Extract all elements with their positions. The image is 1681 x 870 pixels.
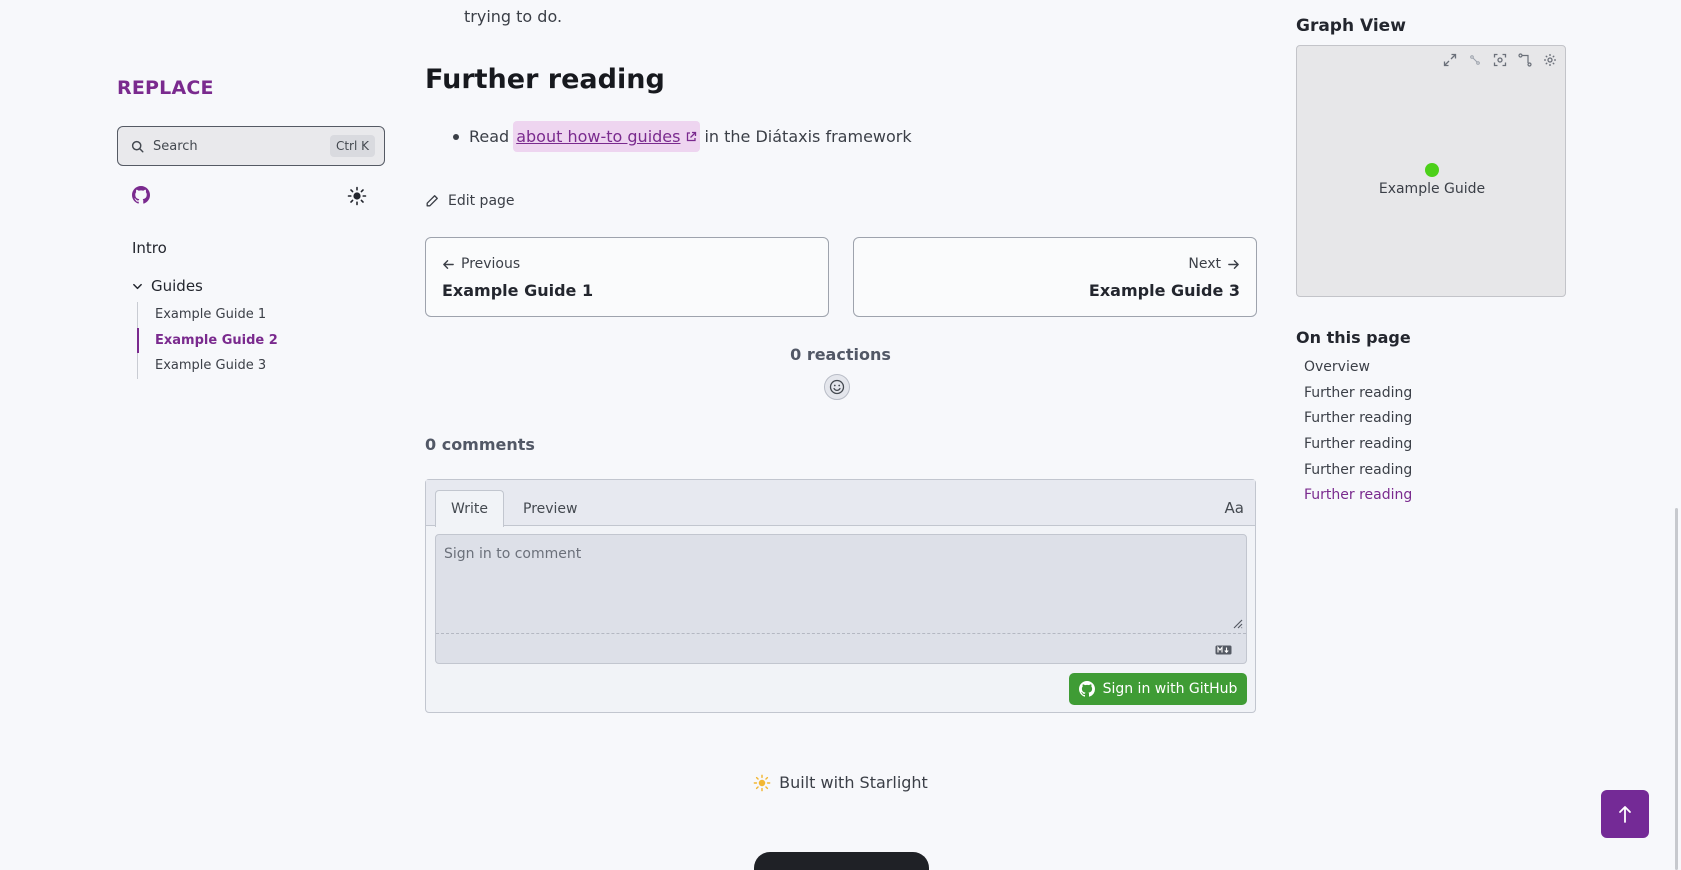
markdown-icon <box>1215 645 1232 655</box>
section-heading: Further reading <box>425 64 665 95</box>
sidebar-item-example-guide-3[interactable]: Example Guide 3 <box>138 353 278 379</box>
table-of-contents: Overview Further reading Further reading… <box>1304 356 1412 510</box>
previous-title: Example Guide 1 <box>442 281 594 300</box>
toc-title: On this page <box>1296 328 1411 347</box>
route-icon[interactable] <box>1518 53 1532 67</box>
paragraph-tail: trying to do. <box>464 7 563 26</box>
smiley-icon <box>829 379 845 395</box>
toc-item-further-reading[interactable]: Further reading <box>1304 433 1412 459</box>
sidebar-group-label: Guides <box>151 277 203 295</box>
sign-in-label: Sign in with GitHub <box>1102 681 1238 697</box>
comment-box: Write Preview Aa Sign in to comment Sign… <box>425 479 1256 713</box>
bullet-dot <box>453 133 459 140</box>
site-title[interactable]: REPLACE <box>117 77 214 99</box>
sidebar-item-example-guide-2[interactable]: Example Guide 2 <box>137 327 278 353</box>
arrow-left-icon <box>443 259 454 269</box>
comments-count: 0 comments <box>425 435 535 454</box>
list-item: Read about how-to guides in the Diátaxis… <box>453 121 912 152</box>
focus-icon[interactable] <box>1493 53 1507 67</box>
footer-credit[interactable]: Built with Starlight <box>425 773 1256 792</box>
list-text-after: in the Diátaxis framework <box>704 127 912 146</box>
sign-in-with-github-button[interactable]: Sign in with GitHub <box>1069 673 1247 705</box>
resize-grip-icon[interactable] <box>1231 617 1243 629</box>
toc-item-further-reading[interactable]: Further reading <box>1304 407 1412 433</box>
search-button[interactable]: Search Ctrl K <box>117 126 385 166</box>
reactions-count: 0 reactions <box>790 345 891 364</box>
previous-label: Previous <box>461 256 521 272</box>
list-text-before: Read <box>469 127 510 146</box>
graph-toolbar <box>1443 53 1557 67</box>
expand-icon[interactable] <box>1443 53 1457 67</box>
external-link-icon <box>687 131 697 141</box>
graph-node-label: Example Guide <box>1378 181 1486 197</box>
depth-icon[interactable] <box>1468 53 1482 67</box>
add-reaction-button[interactable] <box>824 374 850 400</box>
toc-item-overview[interactable]: Overview <box>1304 356 1412 382</box>
scrollbar-thumb[interactable] <box>1675 508 1678 870</box>
starlight-logo-icon <box>753 774 771 791</box>
comment-placeholder: Sign in to comment <box>444 546 582 562</box>
previous-page-link[interactable]: Previous Example Guide 1 <box>425 237 829 317</box>
next-page-link[interactable]: Next Example Guide 3 <box>853 237 1257 317</box>
pencil-icon <box>426 195 438 207</box>
arrow-up-icon <box>1619 806 1631 823</box>
graph-view-canvas[interactable]: Example Guide <box>1296 45 1566 297</box>
textarea-divider <box>436 633 1246 634</box>
search-shortcut: Ctrl K <box>329 135 375 157</box>
gear-icon[interactable] <box>1543 53 1557 67</box>
footer-label: Built with Starlight <box>779 773 928 792</box>
next-label: Next <box>1188 256 1221 272</box>
sidebar-item-intro[interactable]: Intro <box>132 239 167 257</box>
github-icon <box>1078 681 1095 697</box>
edit-page-label: Edit page <box>448 193 515 209</box>
link-label: about how-to guides <box>516 127 681 146</box>
toc-item-further-reading[interactable]: Further reading <box>1304 459 1412 485</box>
comment-tabs: Write Preview Aa <box>426 480 1255 527</box>
tab-preview[interactable]: Preview <box>508 490 593 527</box>
back-to-top-button[interactable] <box>1601 790 1649 838</box>
github-icon[interactable] <box>132 186 150 204</box>
sun-icon[interactable] <box>347 186 367 206</box>
toc-item-further-reading-active[interactable]: Further reading <box>1304 484 1412 510</box>
graph-node[interactable] <box>1425 163 1439 177</box>
chevron-down-icon <box>133 283 142 289</box>
arrow-right-icon <box>1228 259 1239 269</box>
how-to-guides-link[interactable]: about how-to guides <box>513 121 701 152</box>
search-icon <box>131 140 144 153</box>
dev-toolbar[interactable] <box>754 852 929 870</box>
comment-textarea[interactable]: Sign in to comment <box>435 534 1247 664</box>
edit-page-link[interactable]: Edit page <box>425 193 515 209</box>
sidebar-group-guides[interactable]: Guides <box>132 277 203 295</box>
search-label: Search <box>153 138 198 154</box>
sidebar-item-example-guide-1[interactable]: Example Guide 1 <box>138 302 278 328</box>
formatting-toggle[interactable]: Aa <box>1225 499 1244 517</box>
toc-item-further-reading[interactable]: Further reading <box>1304 382 1412 408</box>
graph-view-title: Graph View <box>1296 16 1406 36</box>
tab-write[interactable]: Write <box>435 490 504 527</box>
next-title: Example Guide 3 <box>1088 281 1240 300</box>
sidebar-sublist: Example Guide 1 Example Guide 2 Example … <box>137 302 278 379</box>
